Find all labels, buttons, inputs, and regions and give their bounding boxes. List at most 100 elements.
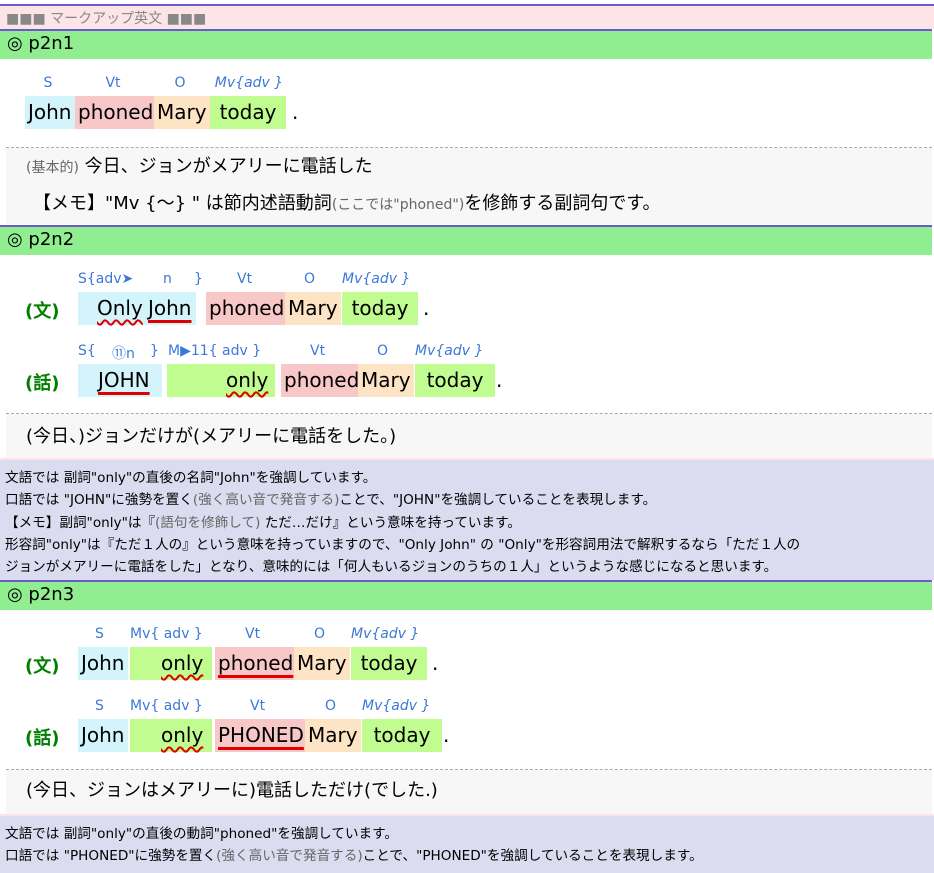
- word-verb: phoned: [206, 292, 288, 325]
- role-label: ⑪n: [112, 346, 135, 362]
- note-line: 形容詞"only"は『ただ１人の』という意味を持っていますので、"Only Jo…: [5, 533, 800, 553]
- word-only: only: [226, 368, 269, 392]
- role-label: Vt: [310, 343, 326, 359]
- note-text: 口語では "PHONED"に強勢を置く: [5, 848, 217, 864]
- role-label: Mv{adv }: [362, 698, 431, 714]
- note-small: (強く高い音で発音する): [192, 492, 340, 508]
- word-adverb: today: [342, 292, 418, 325]
- word-subject: John: [25, 96, 75, 129]
- word-object: Mary: [358, 364, 414, 397]
- word-only-adverb: only: [158, 647, 206, 680]
- word-phoned: phoned: [218, 651, 294, 675]
- word-only-adverb: Only: [94, 292, 146, 325]
- role-label: Vt: [245, 626, 261, 642]
- note-text: 文語では 副詞"only"の直後の名詞"John"を強調しています。: [5, 470, 377, 486]
- section-bar-p2n3: [0, 580, 932, 610]
- memo-line: 【メモ】"Mv {〜} " は節内述語動詞(ここでは"phoned")を修飾する…: [33, 189, 661, 215]
- word-subject: JOHN: [95, 364, 153, 397]
- note-text: ジョンがメアリーに電話をした」となり、意味的には「何人もいるジョンのうちの１人」…: [5, 559, 778, 575]
- word-only: only: [161, 651, 204, 675]
- section-title: ◎ p2n2: [7, 229, 75, 250]
- role-label: Vt: [237, 271, 253, 287]
- role-label: S: [95, 698, 104, 714]
- note-line: 【メモ】副詞"only"は『(語句を修飾して) ただ…だけ』という意味を持ってい…: [5, 511, 521, 531]
- word-verb: PHONED: [215, 719, 307, 752]
- role-label: Mv{adv }: [214, 75, 284, 91]
- role-label: Vt: [105, 75, 121, 91]
- role-label: Vt: [250, 698, 266, 714]
- row-label-spoken: (話): [25, 373, 60, 394]
- word-verb: phoned: [281, 364, 363, 397]
- word-object: Mary: [294, 647, 350, 680]
- translation-line: (基本的) 今日、ジョンがメアリーに電話した: [26, 152, 373, 178]
- period: .: [292, 100, 299, 124]
- note-text-end: ことで、"PHONED"を強調していることを表現します。: [362, 848, 703, 864]
- note-line: ジョンがメアリーに電話をした」となり、意味的には「何人もいるジョンのうちの１人」…: [5, 555, 777, 575]
- role-label: O: [304, 271, 316, 287]
- section-bar-p2n2: [0, 225, 932, 255]
- note-text: 形容詞"only"は『ただ１人の』という意味を持っていますので、"Only Jo…: [5, 537, 801, 553]
- period: .: [423, 296, 430, 320]
- word-subject: John: [145, 292, 195, 325]
- word-adverb: today: [362, 719, 442, 752]
- word-john: John: [148, 296, 192, 320]
- role-label: Mv{adv }: [415, 343, 484, 359]
- word-object: Mary: [305, 719, 361, 752]
- role-label: Mv{adv }: [351, 626, 420, 642]
- translation-text: (今日、ジョンはメアリーに)電話しただけ(でした.): [26, 780, 438, 801]
- word-adverb: today: [210, 96, 286, 129]
- note-small: (強く高い音で発音する): [216, 848, 363, 864]
- role-label: Mv{ adv }: [130, 698, 203, 714]
- role-label: O: [325, 698, 337, 714]
- word-verb: phoned: [215, 647, 297, 680]
- word-subject: John: [78, 647, 128, 680]
- role-label: S: [95, 626, 104, 642]
- role-label: S{: [78, 343, 96, 359]
- role-label: O: [314, 626, 326, 642]
- note-text: 【メモ】副詞"only"は『: [5, 515, 156, 531]
- role-label: n: [163, 271, 172, 287]
- memo-text-end: を修飾する副詞句です。: [464, 193, 661, 214]
- note-text-end: ただ…だけ』という意味を持っています。: [260, 515, 521, 531]
- note-text: 文語では 副詞"only"の直後の動詞"phoned"を強調しています。: [5, 826, 398, 842]
- word-adverb: today: [351, 647, 427, 680]
- memo-text: 【メモ】"Mv {〜} " は節内述語動詞: [33, 193, 332, 214]
- role-label: O: [377, 343, 389, 359]
- role-label: }: [150, 343, 159, 359]
- role-label: S: [43, 75, 53, 91]
- translation-text: (今日、)ジョンだけが(メアリーに電話をした。): [26, 426, 397, 447]
- word-subject: John: [78, 719, 128, 752]
- role-label: Mv{adv }: [342, 271, 411, 287]
- section-title: ◎ p2n3: [7, 584, 75, 605]
- memo-small: (ここでは"phoned"): [331, 197, 465, 213]
- translation-text: 今日、ジョンがメアリーに電話した: [84, 156, 373, 177]
- role-label: Mv{ adv }: [130, 626, 203, 642]
- word-verb: phoned: [75, 96, 157, 129]
- word-only-adverb: only: [158, 719, 206, 752]
- section-bar-p2n1: [0, 29, 932, 59]
- row-label-written: (文): [25, 656, 60, 677]
- word-only-adverb: only: [223, 364, 271, 397]
- word-object: Mary: [285, 292, 341, 325]
- note-line: 文語では 副詞"only"の直後の動詞"phoned"を強調しています。: [5, 822, 398, 842]
- header-title: ■■■ マークアップ英文 ■■■: [6, 11, 207, 27]
- word-only: Only: [97, 296, 143, 320]
- word-john-stressed: JOHN: [98, 368, 150, 392]
- note-line: 口語では "PHONED"に強勢を置く(強く高い音で発音する)ことで、"PHON…: [5, 844, 703, 864]
- word-only: only: [161, 723, 204, 747]
- role-label: S{adv➤: [78, 271, 134, 287]
- row-label-written: (文): [25, 301, 60, 322]
- note-small: (語句を修飾して): [155, 515, 261, 531]
- word-phoned-stressed: PHONED: [218, 723, 304, 747]
- period: .: [432, 651, 439, 675]
- role-label: }: [194, 271, 203, 287]
- note-text: 口語では "JOHN"に強勢を置く: [5, 492, 193, 508]
- period: .: [496, 368, 503, 392]
- row-label-spoken: (話): [25, 728, 60, 749]
- role-label: O: [174, 75, 186, 91]
- period: .: [443, 723, 450, 747]
- note-text-end: ことで、"JOHN"を強調していることを表現します。: [339, 492, 657, 508]
- section-title: ◎ p2n1: [7, 33, 75, 54]
- translation-prefix: (基本的): [26, 160, 79, 176]
- role-label: M▶11{ adv }: [168, 343, 262, 359]
